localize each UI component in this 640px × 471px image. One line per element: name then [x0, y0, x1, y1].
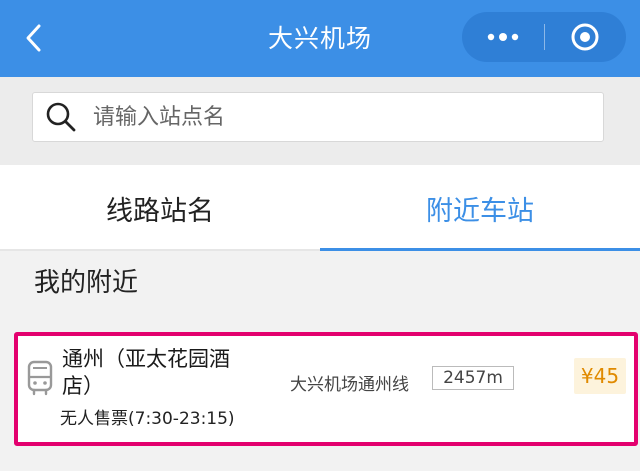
- price-badge: ¥45: [574, 358, 626, 394]
- close-miniprogram-button[interactable]: [545, 12, 627, 62]
- tab-divider: [0, 249, 320, 251]
- tab-bar: 线路站名 附近车站: [0, 165, 640, 251]
- menu-capsule: [462, 12, 626, 62]
- bus-icon: [27, 360, 53, 396]
- tab-label: 附近车站: [426, 195, 534, 227]
- more-button[interactable]: [462, 12, 544, 62]
- tab-route-station[interactable]: 线路站名: [0, 165, 320, 251]
- route-line-name: 大兴机场通州线: [290, 375, 409, 395]
- more-dots-icon: [487, 33, 518, 41]
- search-icon: [41, 97, 81, 137]
- nav-bar: 大兴机场: [0, 0, 640, 77]
- list-bottom-area: [0, 446, 640, 471]
- ticket-info: 无人售票(7:30-23:15): [60, 409, 235, 429]
- station-name: 通州（亚太花园酒店）: [62, 347, 230, 398]
- section-title: 我的附近: [34, 268, 139, 298]
- active-tab-indicator: [320, 248, 640, 251]
- search-area: [0, 77, 640, 165]
- station-card[interactable]: 通州（亚太花园酒店） 无人售票(7:30-23:15) 大兴机场通州线 2457…: [14, 332, 638, 446]
- distance-badge: 2457m: [432, 366, 514, 390]
- search-box[interactable]: [32, 92, 604, 142]
- search-input[interactable]: [91, 96, 575, 138]
- target-circle-icon: [571, 23, 599, 51]
- tab-label: 线路站名: [106, 195, 214, 227]
- tab-nearby-station[interactable]: 附近车站: [320, 165, 640, 251]
